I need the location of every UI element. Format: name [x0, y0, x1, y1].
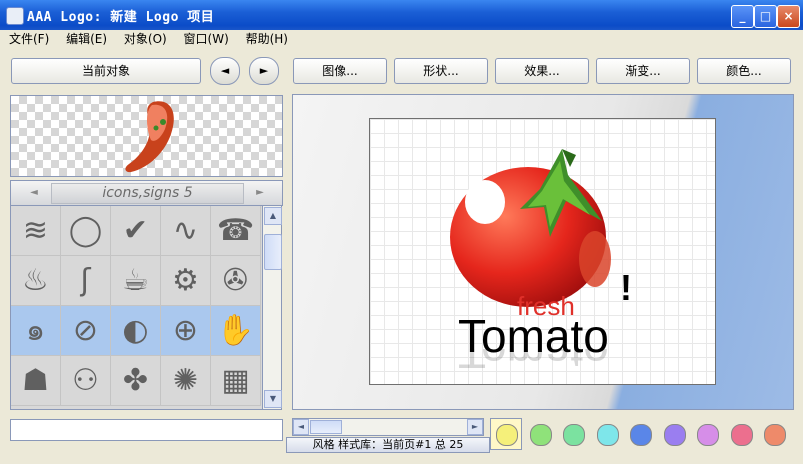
color-swatch-button[interactable]	[557, 418, 589, 450]
logo-reflection: Tomato	[458, 349, 609, 378]
globe-icon[interactable]: ⊕	[161, 306, 211, 356]
hscroll-thumb[interactable]	[310, 420, 342, 434]
color-swatch-button[interactable]	[758, 418, 790, 450]
color-swatch-button[interactable]	[591, 418, 623, 450]
close-button[interactable]: ×	[777, 5, 800, 28]
color-swatch	[697, 424, 719, 446]
prev-object-button[interactable]: ◄	[210, 57, 240, 85]
menu-edit[interactable]: 编辑(E)	[66, 30, 107, 49]
color-swatch	[663, 424, 686, 446]
moon-face-icon[interactable]: ◐	[111, 306, 161, 356]
image-button[interactable]: 图像...	[293, 58, 387, 84]
maximize-button[interactable]: □	[754, 5, 777, 28]
color-swatch	[529, 424, 552, 446]
app-icon	[6, 7, 24, 25]
library-prev-arrow[interactable]: ◄	[25, 185, 43, 201]
s-curve-icon[interactable]: ʃ	[61, 256, 111, 306]
scroll-down-arrow[interactable]: ▼	[264, 390, 282, 408]
canvas-hscrollbar[interactable]: ◄ ►	[292, 418, 484, 436]
chili-preview-icon	[125, 101, 174, 173]
library-title: icons,signs 5	[51, 183, 244, 204]
menu-help[interactable]: 帮助(H)	[246, 30, 288, 49]
style-library-status: 风格 样式库：当前页#1 总 25	[286, 437, 490, 453]
logo-exclamation: !	[620, 267, 632, 308]
swoosh-icon[interactable]: ✔	[111, 206, 161, 256]
library-header: ◄ icons,signs 5 ►	[10, 180, 283, 206]
no-smoking-icon[interactable]: ⊘	[61, 306, 111, 356]
color-swatch	[764, 424, 786, 446]
color-swatch	[630, 424, 652, 446]
toolbar: 当前对象 ◄ ► 图像... 形状... 效果... 渐变... 颜色...	[0, 49, 803, 89]
color-button[interactable]: 颜色...	[697, 58, 791, 84]
pinwheel-icon[interactable]: ✇	[211, 256, 261, 306]
logo-canvas[interactable]: fresh ! Tomato Tomato	[369, 118, 716, 385]
menu-file[interactable]: 文件(F)	[9, 30, 49, 49]
jellyfish-icon[interactable]: ✺	[161, 356, 211, 406]
hot-cup-icon[interactable]: ♨	[11, 256, 61, 306]
current-object-button[interactable]: 当前对象	[11, 58, 201, 84]
menu-bar: 文件(F) 编辑(E) 对象(O) 窗口(W) 帮助(H)	[0, 30, 803, 49]
curl-wave-icon[interactable]: ๑	[11, 306, 61, 356]
color-swatch-button[interactable]	[725, 418, 757, 450]
color-swatch-button[interactable]	[490, 418, 522, 450]
wave-line-icon[interactable]: ∿	[161, 206, 211, 256]
effect-button[interactable]: 效果...	[495, 58, 589, 84]
color-swatch-button[interactable]	[524, 418, 556, 450]
window-title: AAA Logo: 新建 Logo 项目	[27, 10, 215, 25]
brick-wall-icon[interactable]: ▦	[211, 356, 261, 406]
color-swatch	[596, 424, 619, 446]
gradient-button[interactable]: 渐变...	[596, 58, 690, 84]
color-swatch	[730, 424, 753, 446]
clover-icon[interactable]: ✤	[111, 356, 161, 406]
color-swatch	[496, 424, 518, 446]
library-vscrollbar[interactable]: ▲ ▼	[262, 205, 282, 410]
water-waves-icon[interactable]: ≋	[11, 206, 61, 256]
vscroll-thumb[interactable]	[264, 234, 282, 270]
next-object-button[interactable]: ►	[249, 57, 279, 85]
turtle-icon[interactable]: ☗	[11, 356, 61, 406]
color-swatch-bar	[490, 418, 793, 452]
menu-object[interactable]: 对象(O)	[124, 30, 167, 49]
color-swatch	[563, 424, 585, 446]
family-icon[interactable]: ⚇	[61, 356, 111, 406]
minimize-button[interactable]: _	[731, 5, 754, 28]
scroll-left-arrow[interactable]: ◄	[293, 419, 309, 435]
text-input[interactable]	[10, 419, 283, 441]
cup-saucer-icon[interactable]: ☕	[111, 256, 161, 306]
swirl-ring-icon[interactable]: ◯	[61, 206, 111, 256]
object-preview	[10, 95, 283, 177]
menu-window[interactable]: 窗口(W)	[184, 30, 229, 49]
hand-print-icon[interactable]: ✋	[211, 306, 261, 356]
color-swatch-button[interactable]	[624, 418, 656, 450]
icon-library-grid: ≋ ◯ ✔ ∿ ☎ ♨ ʃ ☕ ⚙ ✇ ๑ ⊘ ◐ ⊕ ✋ ☗ ⚇ ✤ ✺ ▦	[10, 205, 263, 410]
library-next-arrow[interactable]: ►	[251, 185, 269, 201]
color-swatch-button[interactable]	[658, 418, 690, 450]
shape-button[interactable]: 形状...	[394, 58, 488, 84]
title-bar: AAA Logo: 新建 Logo 项目 _ □ ×	[0, 0, 803, 30]
gears-icon[interactable]: ⚙	[161, 256, 211, 306]
telephone-icon[interactable]: ☎	[211, 206, 261, 256]
scroll-up-arrow[interactable]: ▲	[264, 207, 282, 225]
scroll-right-arrow[interactable]: ►	[467, 419, 483, 435]
color-swatch-button[interactable]	[691, 418, 723, 450]
